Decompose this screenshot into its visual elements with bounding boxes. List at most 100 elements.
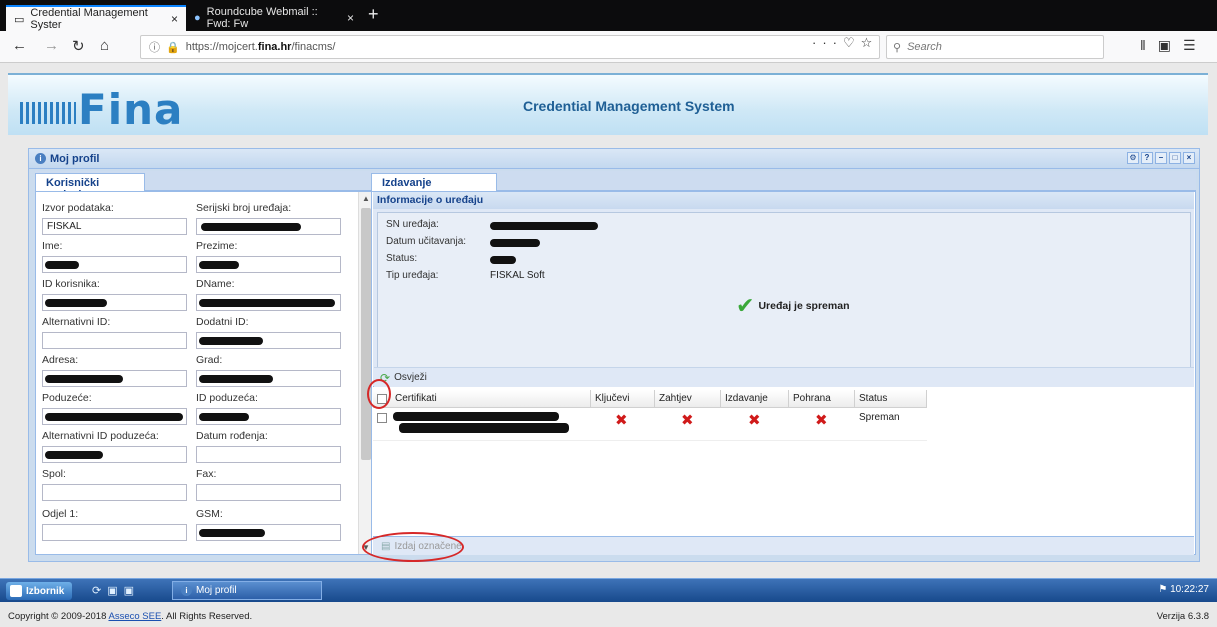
zahtjev-x-icon: ✖ [681, 412, 694, 429]
url-text: https://mojcert.fina.hr/finacms/ [185, 41, 336, 53]
row-status: Spreman [859, 412, 900, 423]
window-title-bar[interactable]: i Moj profil ⚙ ? – □ × [29, 149, 1199, 169]
field-label: Serijski broj uređaja: [196, 202, 292, 214]
fax-field[interactable] [196, 484, 341, 501]
help-icon[interactable]: ? [1141, 152, 1153, 164]
annotation-circle [367, 379, 391, 409]
tip-label: Tip uređaja: [386, 270, 439, 281]
kljucevi-x-icon: ✖ [615, 412, 628, 429]
device-ready-status: ✔ Uređaj je spreman [736, 293, 849, 318]
grad-field[interactable] [196, 370, 341, 387]
field-label: ID korisnika: [42, 278, 100, 290]
adresa-field[interactable] [42, 370, 187, 387]
info-icon: i [181, 585, 192, 596]
field-label: Datum rođenja: [196, 430, 268, 442]
reload-icon[interactable]: ↻ [72, 37, 85, 55]
field-label: Poduzeće: [42, 392, 92, 404]
field-label: Ime: [42, 240, 63, 252]
row-checkbox[interactable] [377, 413, 387, 423]
tab-close-icon[interactable]: × [171, 12, 178, 26]
field-label: Grad: [196, 354, 223, 366]
minimize-icon[interactable]: – [1155, 152, 1167, 164]
issuance-panel: Informacije o uređaju SN uređaja: Datum … [371, 191, 1196, 555]
page-footer: Copyright © 2009-2018 Asseco SEE. All Ri… [0, 602, 1217, 627]
column-certifikati[interactable]: Certifikati [391, 390, 591, 408]
dodatni-id-field[interactable] [196, 332, 341, 349]
taskbar-window-profile[interactable]: i Moj profil [172, 581, 322, 600]
close-icon[interactable]: × [1183, 152, 1195, 164]
back-arrow-icon[interactable]: ← [12, 37, 27, 54]
tab-credential-management[interactable]: ▭ Credential Management Syster × [6, 5, 186, 31]
id-poduzeca-field[interactable] [196, 408, 341, 425]
right-tab-strip: Izdavanje [371, 171, 1196, 191]
home-icon[interactable]: ⌂ [100, 37, 109, 54]
prezime-field[interactable] [196, 256, 341, 273]
library-sidebar-menu-icons[interactable]: ‖▣☰ [1140, 37, 1208, 54]
gsm-field[interactable] [196, 524, 341, 541]
scrollbar-thumb[interactable] [361, 208, 371, 460]
table-row[interactable]: ✖ ✖ ✖ ✖ Spreman [373, 409, 927, 441]
serijski-broj-field[interactable] [196, 218, 341, 235]
poduzece-field[interactable] [42, 408, 187, 425]
app-taskbar: Izbornik ⟳▣▣ i Moj profil ⚑ 10:22:27 [0, 578, 1217, 602]
alternativni-id-field[interactable] [42, 332, 187, 349]
sn-value-redacted [490, 222, 598, 230]
column-status[interactable]: Status [855, 390, 927, 408]
left-tab-strip: Korisnički podaci [35, 171, 373, 201]
profile-window: i Moj profil ⚙ ? – □ × Korisnički podaci… [28, 148, 1200, 562]
tab-title: Credential Management Syster [30, 7, 148, 31]
cert-name-redacted [399, 423, 569, 433]
page-actions-icon[interactable]: ···♡☆ [812, 35, 878, 51]
url-bar[interactable]: ⓘ 🔒 https://mojcert.fina.hr/finacms/ [140, 35, 880, 59]
form-scrollbar[interactable]: ▲ ▼ [358, 192, 372, 554]
search-input[interactable]: ⚲ Search [886, 35, 1104, 59]
clock: ⚑ 10:22:27 [1158, 584, 1209, 595]
app-header: Fina Credential Management System [8, 73, 1208, 135]
scroll-up-icon[interactable]: ▲ [362, 194, 370, 203]
device-info-panel: Informacije o uređaju SN uređaja: Datum … [373, 192, 1194, 387]
tab-title: Roundcube Webmail :: Fwd: Fw [206, 6, 318, 30]
izvor-podataka-field[interactable]: FISKAL [42, 218, 187, 235]
field-label: Fax: [196, 468, 217, 480]
maximize-icon[interactable]: □ [1169, 152, 1181, 164]
odjel-field[interactable] [42, 524, 187, 541]
datum-rodenja-field[interactable] [196, 446, 341, 463]
gear-icon[interactable]: ⚙ [1127, 152, 1139, 164]
refresh-button[interactable]: Osvježi [394, 372, 427, 383]
tab-izdavanje[interactable]: Izdavanje [371, 173, 497, 191]
app-title: Credential Management System [523, 98, 735, 114]
tab-close-icon[interactable]: × [347, 11, 354, 25]
asseco-link[interactable]: Asseco SEE [108, 611, 161, 622]
tab-roundcube[interactable]: ● Roundcube Webmail :: Fwd: Fw × [186, 5, 362, 31]
ime-field[interactable] [42, 256, 187, 273]
column-pohrana[interactable]: Pohrana [789, 390, 855, 408]
new-tab-button[interactable]: + [368, 4, 379, 25]
taskbar-window-label: Moj profil [196, 585, 237, 596]
field-label: Dodatni ID: [196, 316, 249, 328]
alternativni-id-poduzeca-field[interactable] [42, 446, 187, 463]
column-zahtjev[interactable]: Zahtjev [655, 390, 721, 408]
checkmark-icon: ✔ [736, 293, 755, 318]
spol-field[interactable] [42, 484, 187, 501]
info-icon[interactable]: ⓘ [149, 39, 160, 55]
sn-label: SN uređaja: [386, 219, 439, 230]
id-korisnika-field[interactable] [42, 294, 187, 311]
tab-korisnicki-podaci[interactable]: Korisnički podaci [35, 173, 145, 201]
column-izdavanje[interactable]: Izdavanje [721, 390, 789, 408]
refresh-toolbar: ⟳ Osvježi [374, 367, 1194, 387]
info-icon: i [35, 153, 46, 164]
quick-launch-icons[interactable]: ⟳▣▣ [92, 584, 140, 597]
status-value-redacted [490, 256, 516, 264]
field-label: GSM: [196, 508, 223, 520]
field-label: Odjel 1: [42, 508, 79, 520]
window-tools: ⚙ ? – □ × [1127, 152, 1195, 164]
field-label: Adresa: [42, 354, 79, 366]
dname-field[interactable] [196, 294, 341, 311]
device-info-header: Informacije o uređaju [373, 192, 1194, 209]
pohrana-x-icon: ✖ [815, 412, 828, 429]
start-menu-button[interactable]: Izbornik [6, 582, 73, 600]
forward-arrow-icon[interactable]: → [44, 37, 59, 54]
datum-label: Datum učitavanja: [386, 236, 467, 247]
column-kljucevi[interactable]: Ključevi [591, 390, 655, 408]
grid-header: Certifikati Ključevi Zahtjev Izdavanje P… [373, 390, 927, 408]
